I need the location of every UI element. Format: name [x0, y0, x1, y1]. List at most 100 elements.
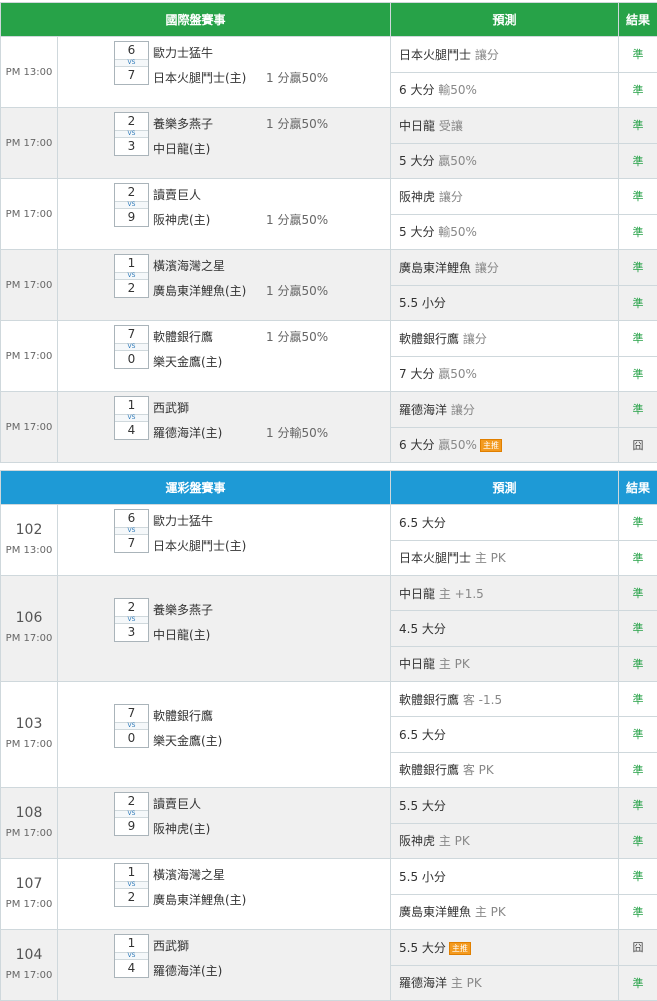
match-number: 104: [1, 949, 57, 962]
prediction-main: 中日龍: [399, 587, 435, 601]
prediction-main: 羅德海洋: [399, 976, 447, 990]
prediction-main: 4.5 大分: [399, 622, 446, 636]
away-team: 軟體銀行鷹: [153, 328, 213, 345]
prediction-cell: 日本火腿鬥士 讓分: [391, 37, 619, 73]
away-team: 西武獅: [153, 937, 189, 954]
home-team: 阪神虎(主): [153, 211, 210, 228]
away-team: 軟體銀行鷹: [153, 707, 213, 724]
match-time: PM 17:00: [6, 899, 53, 910]
prediction-main: 7 大分: [399, 367, 434, 381]
result-cell: 囧: [619, 427, 657, 463]
home-team: 日本火腿鬥士(主): [153, 537, 246, 554]
table-header: 運彩盤賽事 預測 結果: [1, 471, 657, 505]
score-box: 2VS3: [114, 598, 149, 642]
match-time: PM 17:00: [6, 209, 53, 220]
vs-label: VS: [115, 201, 148, 209]
away-team: 養樂多燕子: [153, 115, 213, 132]
prediction-cell: 5.5 小分: [391, 285, 619, 321]
score-box: 1VS4: [114, 396, 149, 440]
prediction-main: 日本火腿鬥士: [399, 551, 471, 565]
prediction-cell: 日本火腿鬥士 主 PK: [391, 540, 619, 576]
prediction-detail: 讓分: [471, 48, 499, 62]
score-box: 6VS7: [114, 41, 149, 85]
featured-pick-badge: 主推: [480, 439, 502, 452]
home-team: 樂天金鷹(主): [153, 732, 222, 749]
prediction-detail: 讓分: [435, 190, 463, 204]
header-event: 國際盤賽事: [1, 3, 391, 37]
result-cell: 準: [619, 894, 657, 930]
table-row: 108PM 17:002VS9讀賣巨人阪神虎(主)5.5 大分準: [1, 788, 657, 824]
away-score: 2: [115, 113, 148, 130]
prediction-cell: 中日龍 主 +1.5: [391, 576, 619, 611]
vs-label: VS: [115, 952, 148, 960]
match-info: 7VS0軟體銀行鷹樂天金鷹(主)1 分贏50%: [58, 321, 390, 391]
prediction-detail: 主 +1.5: [435, 587, 484, 601]
match-time: PM 17:00: [6, 739, 53, 750]
prediction-main: 阪神虎: [399, 190, 435, 204]
away-team: 橫濱海灣之星: [153, 257, 225, 274]
header-event: 運彩盤賽事: [1, 471, 391, 505]
score-box: 6VS7: [114, 509, 149, 553]
away-score: 1: [115, 935, 148, 952]
prediction-cell: 廣島東洋鯉魚 讓分: [391, 250, 619, 286]
away-team: 歐力士猛牛: [153, 44, 213, 61]
prediction-cell: 5 大分 贏50%: [391, 143, 619, 179]
match-time-cell: PM 13:00: [1, 37, 58, 108]
prediction-detail: 受讓: [435, 119, 463, 133]
result-cell: 囧: [619, 930, 657, 966]
match-info: 7VS0軟體銀行鷹樂天金鷹(主): [58, 682, 390, 787]
away-team: 西武獅: [153, 399, 189, 416]
home-score: 7: [115, 67, 148, 84]
match-time: PM 17:00: [6, 970, 53, 981]
result-cell: 準: [619, 285, 657, 321]
away-team: 讀賣巨人: [153, 795, 201, 812]
table-row: 104PM 17:001VS4西武獅羅德海洋(主)5.5 大分主推囧: [1, 930, 657, 966]
prediction-detail: 讓分: [459, 332, 487, 346]
match-info: 6VS7歐力士猛牛日本火腿鬥士(主)1 分贏50%: [58, 37, 390, 107]
match-time-cell: 102PM 13:00: [1, 505, 58, 576]
match-info-cell: 2VS3養樂多燕子中日龍(主)1 分贏50%: [58, 108, 391, 179]
result-cell: 準: [619, 788, 657, 824]
prediction-cell: 廣島東洋鯉魚 主 PK: [391, 894, 619, 930]
result-cell: 準: [619, 682, 657, 717]
result-cell: 準: [619, 214, 657, 250]
prediction-cell: 5.5 大分主推: [391, 930, 619, 966]
prediction-cell: 軟體銀行鷹 客 -1.5: [391, 682, 619, 717]
prediction-detail: 讓分: [447, 403, 475, 417]
match-time-cell: PM 17:00: [1, 321, 58, 392]
match-number: 107: [1, 878, 57, 891]
home-score: 9: [115, 818, 148, 835]
result-cell: 準: [619, 823, 657, 859]
match-info: 2VS9讀賣巨人阪神虎(主)1 分贏50%: [58, 179, 390, 249]
match-info: 2VS9讀賣巨人阪神虎(主): [58, 788, 390, 858]
away-odds: 1 分贏50%: [266, 328, 328, 345]
match-info: 1VS4西武獅羅德海洋(主)1 分輸50%: [58, 392, 390, 462]
table-row: 103PM 17:007VS0軟體銀行鷹樂天金鷹(主)軟體銀行鷹 客 -1.5準: [1, 682, 657, 717]
prediction-detail: 主 PK: [435, 834, 470, 848]
home-team: 廣島東洋鯉魚(主): [153, 891, 246, 908]
match-time: PM 17:00: [6, 633, 53, 644]
match-info-cell: 7VS0軟體銀行鷹樂天金鷹(主)1 分贏50%: [58, 321, 391, 392]
prediction-cell: 6 大分 輸50%: [391, 72, 619, 108]
result-cell: 準: [619, 965, 657, 1001]
prediction-detail: 輸50%: [434, 83, 477, 97]
away-team: 歐力士猛牛: [153, 512, 213, 529]
match-time: PM 17:00: [6, 828, 53, 839]
table-row: 102PM 13:006VS7歐力士猛牛日本火腿鬥士(主)6.5 大分準: [1, 505, 657, 541]
prediction-detail: 客 PK: [459, 763, 494, 777]
header-result: 結果: [619, 471, 657, 505]
home-team: 樂天金鷹(主): [153, 353, 222, 370]
prediction-cell: 5 大分 輸50%: [391, 214, 619, 250]
home-score: 4: [115, 960, 148, 977]
prediction-detail: 客 -1.5: [459, 693, 502, 707]
away-score: 2: [115, 184, 148, 201]
prediction-main: 中日龍: [399, 657, 435, 671]
prediction-detail: 輸50%: [434, 225, 477, 239]
away-score: 7: [115, 326, 148, 343]
prediction-main: 5.5 大分: [399, 799, 446, 813]
match-time-cell: PM 17:00: [1, 250, 58, 321]
home-score: 3: [115, 624, 148, 641]
prediction-main: 5.5 小分: [399, 870, 446, 884]
result-cell: 準: [619, 717, 657, 752]
prediction-detail: 贏50%: [434, 154, 477, 168]
